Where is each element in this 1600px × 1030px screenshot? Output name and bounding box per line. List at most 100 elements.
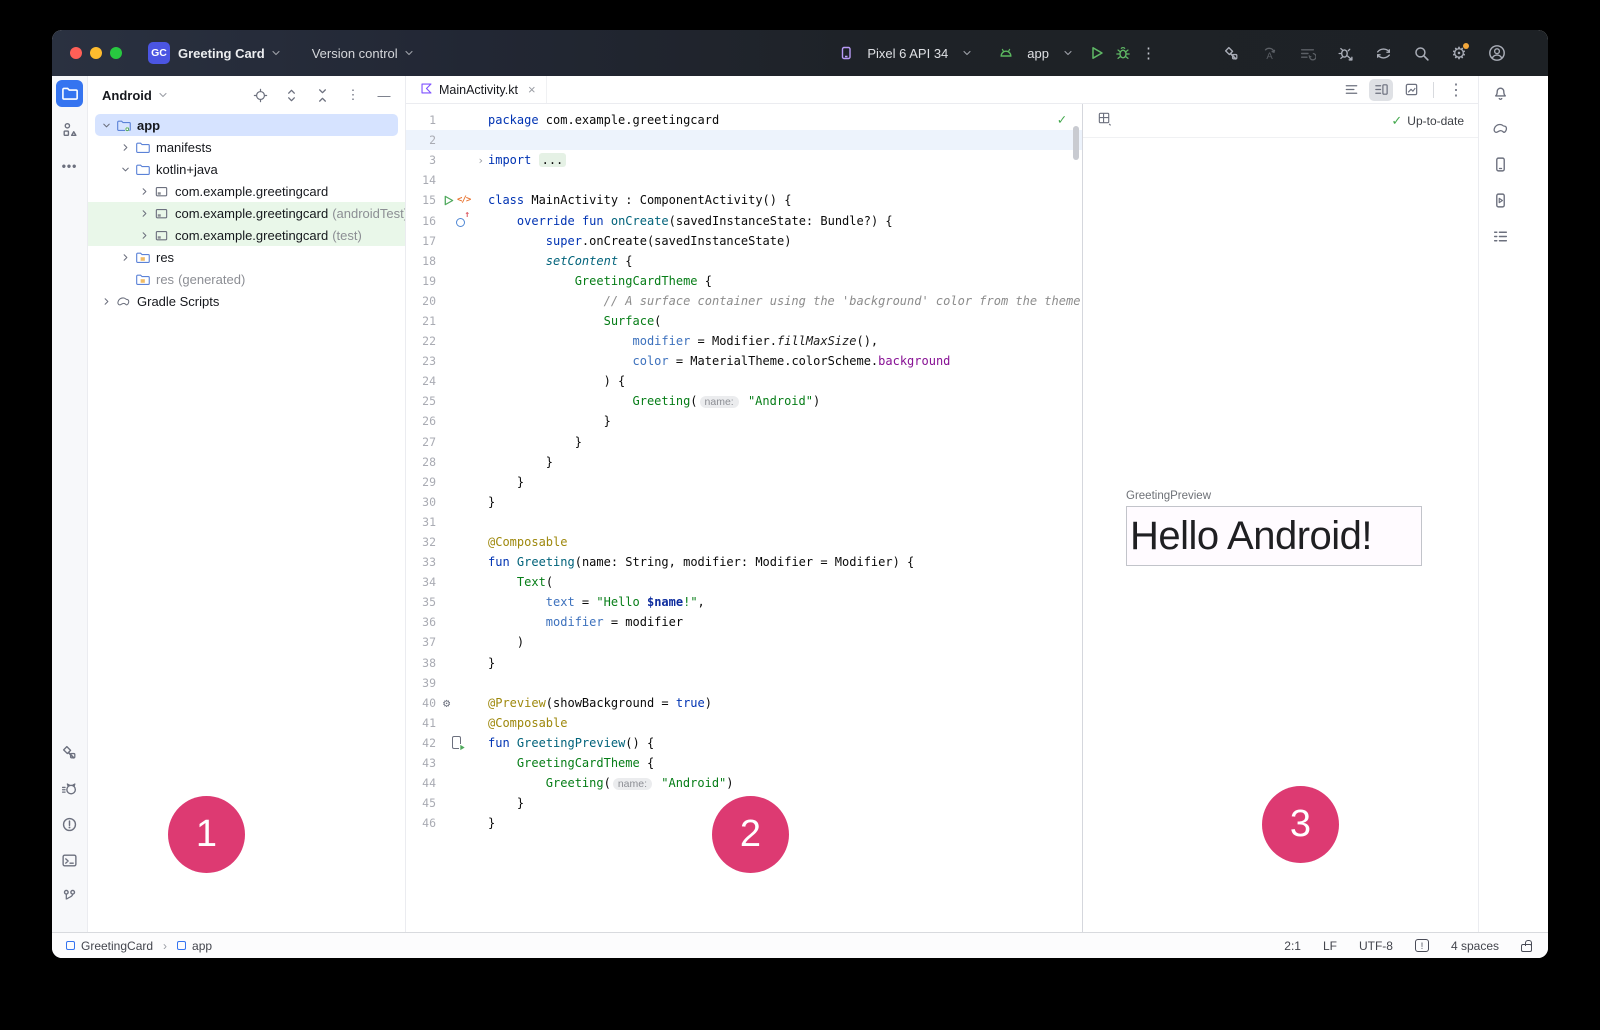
run-class-icon[interactable]: </> xyxy=(436,190,488,210)
close-window-button[interactable] xyxy=(70,47,82,59)
code-line-19[interactable]: 19 GreetingCardTheme { xyxy=(406,271,1082,291)
collapse-all-icon[interactable] xyxy=(313,86,331,104)
code-line-20[interactable]: 20 // A surface container using the 'bac… xyxy=(406,291,1082,311)
preview-sync-status[interactable]: ✓ Up-to-date xyxy=(1391,113,1464,129)
logcat-tool-button[interactable] xyxy=(56,775,83,802)
code-line-16[interactable]: 16↑ override fun onCreate(savedInstanceS… xyxy=(406,210,1082,230)
code-line-14[interactable]: 14 xyxy=(406,170,1082,190)
locate-file-icon[interactable] xyxy=(251,86,269,104)
code-line-3[interactable]: 3›import ... xyxy=(406,150,1082,170)
code-line-37[interactable]: 37 ) xyxy=(406,632,1082,652)
account-profile-icon[interactable] xyxy=(1484,40,1510,66)
code-line-39[interactable]: 39 xyxy=(406,673,1082,693)
overriding-method-icon[interactable]: ↑ xyxy=(456,214,469,227)
terminal-tool-button[interactable] xyxy=(56,847,83,874)
code-line-26[interactable]: 26 } xyxy=(406,411,1082,431)
tree-chevron-icon[interactable] xyxy=(136,183,153,200)
editor-options-menu[interactable]: ⋮ xyxy=(1444,79,1468,101)
tree-item-kotlin-java[interactable]: kotlin+java xyxy=(88,158,405,180)
unlocked-icon[interactable] xyxy=(1521,940,1532,952)
search-everywhere-icon[interactable] xyxy=(1408,40,1434,66)
code-line-34[interactable]: 34 Text( xyxy=(406,572,1082,592)
tree-chevron-icon[interactable] xyxy=(117,161,134,178)
project-view-selector[interactable]: Android xyxy=(102,88,152,103)
design-view-button[interactable] xyxy=(1399,79,1423,101)
code-line-24[interactable]: 24 ) { xyxy=(406,371,1082,391)
tree-chevron-icon[interactable] xyxy=(98,117,115,134)
tree-chevron-icon[interactable] xyxy=(117,139,134,156)
code-line-1[interactable]: 1package com.example.greetingcard xyxy=(406,110,1082,130)
version-control-tool-button[interactable] xyxy=(56,883,83,910)
run-button[interactable] xyxy=(1084,40,1110,66)
code-view-button[interactable] xyxy=(1339,79,1363,101)
profiler-icon[interactable] xyxy=(1332,40,1358,66)
hide-panel-icon[interactable]: — xyxy=(375,86,393,104)
code-line-25[interactable]: 25 Greeting(name: "Android") xyxy=(406,391,1082,411)
gutter-gear[interactable]: ⚙ xyxy=(436,693,488,713)
code-line-29[interactable]: 29 } xyxy=(406,472,1082,492)
breadcrumb-module[interactable]: app xyxy=(192,939,212,953)
encoding-widget[interactable]: UTF-8 xyxy=(1359,939,1393,953)
gutter-fold[interactable]: › xyxy=(436,150,488,170)
code-line-2[interactable]: 2 xyxy=(406,130,1082,150)
code-line-40[interactable]: 40⚙@Preview(showBackground = true) xyxy=(406,693,1082,713)
tree-chevron-icon[interactable] xyxy=(136,205,153,222)
problems-tool-button[interactable] xyxy=(56,811,83,838)
tree-item-res[interactable]: res xyxy=(88,246,405,268)
code-line-30[interactable]: 30} xyxy=(406,492,1082,512)
code-line-27[interactable]: 27 } xyxy=(406,432,1082,452)
run-configuration-selector[interactable]: app xyxy=(993,40,1074,66)
tree-item-com-example-greetingcard[interactable]: com.example.greetingcard (test) xyxy=(88,224,405,246)
code-line-28[interactable]: 28 } xyxy=(406,452,1082,472)
tree-item-com-example-greetingcard[interactable]: com.example.greetingcard (androidTest) xyxy=(88,202,405,224)
preview-settings-gear-icon[interactable]: ⚙ xyxy=(443,696,450,710)
build-variants-tool-button[interactable] xyxy=(1487,223,1514,250)
more-actions-menu[interactable]: ⋮ xyxy=(1136,40,1162,66)
close-tab-icon[interactable]: × xyxy=(528,82,536,97)
build-tool-button[interactable] xyxy=(56,739,83,766)
settings-gear-icon[interactable]: ⚙ xyxy=(1446,40,1472,66)
project-tool-button[interactable] xyxy=(56,80,83,107)
caret-position-widget[interactable]: 2:1 xyxy=(1284,939,1301,953)
device-manager-tool-button[interactable] xyxy=(1487,151,1514,178)
code-line-43[interactable]: 43 GreetingCardTheme { xyxy=(406,753,1082,773)
structure-tool-button[interactable] xyxy=(56,116,83,143)
preview-composable-name[interactable]: GreetingPreview xyxy=(1126,490,1211,502)
code-line-31[interactable]: 31 xyxy=(406,512,1082,532)
run-preview-icon[interactable] xyxy=(452,736,464,750)
code-line-21[interactable]: 21 Surface( xyxy=(406,311,1082,331)
more-tool-windows-button[interactable]: ••• xyxy=(56,152,83,179)
tree-chevron-icon[interactable] xyxy=(98,293,115,310)
code-line-41[interactable]: 41@Composable xyxy=(406,713,1082,733)
code-line-33[interactable]: 33fun Greeting(name: String, modifier: M… xyxy=(406,552,1082,572)
zoom-window-button[interactable] xyxy=(110,47,122,59)
code-line-22[interactable]: 22 modifier = Modifier.fillMaxSize(), xyxy=(406,331,1082,351)
tree-item-res[interactable]: res (generated) xyxy=(88,268,405,290)
code-line-18[interactable]: 18 setContent { xyxy=(406,251,1082,271)
code-line-36[interactable]: 36 modifier = modifier xyxy=(406,612,1082,632)
code-line-42[interactable]: 42fun GreetingPreview() { xyxy=(406,733,1082,753)
vcs-menu[interactable]: Version control xyxy=(312,46,398,61)
tree-item-manifests[interactable]: manifests xyxy=(88,136,405,158)
running-devices-tool-button[interactable] xyxy=(1487,187,1514,214)
tab-mainactivity[interactable]: MainActivity.kt × xyxy=(406,76,547,103)
split-view-button[interactable] xyxy=(1369,79,1393,101)
build-hammer-icon[interactable] xyxy=(1218,40,1244,66)
code-line-35[interactable]: 35 text = "Hello $name!", xyxy=(406,592,1082,612)
minimize-window-button[interactable] xyxy=(90,47,102,59)
code-line-23[interactable]: 23 color = MaterialTheme.colorScheme.bac… xyxy=(406,351,1082,371)
expand-all-icon[interactable] xyxy=(282,86,300,104)
gutter-ovr[interactable]: ↑ xyxy=(436,210,488,230)
gutter-prun[interactable] xyxy=(436,733,488,753)
inspections-ok-icon[interactable]: ✓ xyxy=(1058,112,1066,128)
tree-item-app[interactable]: app xyxy=(95,114,398,136)
code-line-32[interactable]: 32@Composable xyxy=(406,532,1082,552)
line-ending-widget[interactable]: LF xyxy=(1323,939,1337,953)
preview-grid-layout-icon[interactable] xyxy=(1097,111,1112,131)
code-line-15[interactable]: 15</>class MainActivity : ComponentActiv… xyxy=(406,190,1082,210)
panel-options-menu[interactable]: ⋮ xyxy=(344,86,362,104)
tree-chevron-icon[interactable] xyxy=(117,249,134,266)
code-line-17[interactable]: 17 super.onCreate(savedInstanceState) xyxy=(406,231,1082,251)
indent-widget[interactable]: 4 spaces xyxy=(1451,939,1499,953)
code-with-me-icon[interactable] xyxy=(1370,40,1396,66)
